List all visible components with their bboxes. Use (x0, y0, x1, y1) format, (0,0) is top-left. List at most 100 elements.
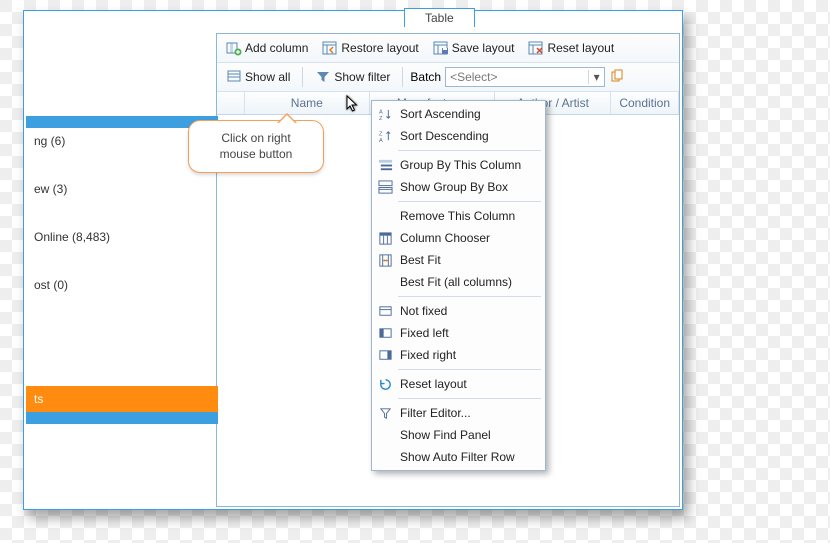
show-filter-label: Show filter (334, 70, 390, 84)
sidebar-item[interactable] (26, 342, 218, 364)
restore-layout-button[interactable]: Restore layout (317, 37, 423, 59)
save-layout-icon (433, 40, 449, 56)
menu-item-label: Show Find Panel (400, 428, 491, 442)
column-condition[interactable]: Condition (611, 92, 679, 114)
menu-item[interactable]: Fixed left (374, 322, 543, 344)
column-selector[interactable] (217, 92, 245, 114)
restore-layout-icon (322, 40, 338, 56)
menu-item[interactable]: AZ Sort Ascending (374, 103, 543, 125)
menu-item[interactable]: Group By This Column (374, 154, 543, 176)
menu-item[interactable]: Not fixed (374, 300, 543, 322)
menu-item-label: Not fixed (400, 304, 447, 318)
column-name[interactable]: Name (245, 92, 370, 114)
add-column-button[interactable]: Add column (221, 37, 313, 59)
show-all-button[interactable]: Show all (221, 66, 295, 88)
sidebar-item[interactable]: ost (0) (26, 272, 218, 298)
batch-select[interactable]: <Select> ▾ (445, 67, 605, 87)
reset-icon (376, 376, 394, 392)
pin-icon (376, 303, 394, 319)
show-all-label: Show all (245, 70, 290, 84)
group-icon (376, 157, 394, 173)
sidebar-item[interactable]: ew (3) (26, 176, 218, 202)
menu-item[interactable]: Show Auto Filter Row (374, 446, 543, 468)
menu-item[interactable]: Reset layout (374, 373, 543, 395)
column-context-menu: AZSort AscendingZASort DescendingGroup B… (371, 100, 546, 471)
menu-item-label: Fixed right (400, 348, 456, 362)
menu-item[interactable]: Best Fit (all columns) (374, 271, 543, 293)
sidebar-item[interactable] (26, 202, 218, 224)
add-column-label: Add column (245, 41, 308, 55)
tab-table[interactable]: Table (404, 8, 475, 27)
menu-item[interactable]: ZA Sort Descending (374, 125, 543, 147)
sort-asc-icon: AZ (376, 106, 394, 122)
copy-icon[interactable] (609, 69, 625, 85)
save-layout-button[interactable]: Save layout (428, 37, 520, 59)
menu-item[interactable]: Fixed right (374, 344, 543, 366)
menu-item-label: Fixed left (400, 326, 449, 340)
add-column-icon (226, 40, 242, 56)
batch-label: Batch (410, 70, 441, 84)
chevron-down-icon[interactable]: ▾ (588, 70, 604, 84)
menu-separator (398, 150, 541, 151)
svg-text:A: A (378, 109, 382, 115)
svg-text:Z: Z (378, 131, 382, 137)
sidebar-item[interactable] (26, 298, 218, 320)
menu-item-label: Show Auto Filter Row (400, 450, 515, 464)
menu-separator (398, 296, 541, 297)
menu-item[interactable]: Show Group By Box (374, 176, 543, 198)
menu-item[interactable]: Show Find Panel (374, 424, 543, 446)
sidebar-item[interactable]: ts (26, 386, 218, 412)
reset-layout-label: Reset layout (547, 41, 614, 55)
menu-separator (398, 398, 541, 399)
toolbar-layout: Add column Restore layout Save layout Re… (217, 34, 679, 63)
sidebar-item[interactable]: Online (8,483) (26, 224, 218, 250)
blank-icon (376, 274, 394, 290)
blank-icon (376, 449, 394, 465)
separator (402, 67, 403, 87)
chooser-icon (376, 230, 394, 246)
menu-item[interactable]: Column Chooser (374, 227, 543, 249)
hint-line2: mouse button (195, 147, 317, 163)
save-layout-label: Save layout (452, 41, 515, 55)
filter-icon (376, 405, 394, 421)
svg-text:A: A (378, 138, 382, 144)
sidebar-item[interactable] (26, 250, 218, 272)
menu-item-label: Column Chooser (400, 231, 490, 245)
show-all-icon (226, 69, 242, 85)
blank-icon (376, 427, 394, 443)
sidebar: ng (6)ew (3)Online (8,483)ost (0)ts (26, 116, 218, 507)
sidebar-item[interactable] (26, 412, 218, 424)
filter-icon (315, 69, 331, 85)
svg-text:Z: Z (378, 116, 382, 122)
menu-item-label: Sort Ascending (400, 107, 481, 121)
groupbox-icon (376, 179, 394, 195)
menu-item-label: Best Fit (all columns) (400, 275, 512, 289)
restore-layout-label: Restore layout (341, 41, 418, 55)
reset-layout-icon (528, 40, 544, 56)
toolbar-filter: Show all Show filter Batch <Select> ▾ (217, 63, 679, 92)
show-filter-button[interactable]: Show filter (310, 66, 395, 88)
batch-select-value: <Select> (446, 70, 588, 84)
menu-separator (398, 369, 541, 370)
menu-item-label: Show Group By Box (400, 180, 508, 194)
menu-item[interactable]: Remove This Column (374, 205, 543, 227)
menu-item-label: Filter Editor... (400, 406, 471, 420)
reset-layout-button[interactable]: Reset layout (523, 37, 619, 59)
menu-item-label: Group By This Column (400, 158, 521, 172)
sidebar-item[interactable] (26, 320, 218, 342)
menu-item[interactable]: Filter Editor... (374, 402, 543, 424)
menu-item-label: Sort Descending (400, 129, 489, 143)
menu-separator (398, 201, 541, 202)
hint-line1: Click on right (195, 131, 317, 147)
separator (302, 67, 303, 87)
blank-icon (376, 208, 394, 224)
menu-item[interactable]: Best Fit (374, 249, 543, 271)
menu-item-label: Best Fit (400, 253, 441, 267)
menu-item-label: Reset layout (400, 377, 467, 391)
bestfit-icon (376, 252, 394, 268)
hint-callout: Click on right mouse button (188, 120, 324, 173)
sidebar-item[interactable] (26, 364, 218, 386)
app-window: Table Add column Restore layout Save lay… (23, 10, 683, 510)
menu-item-label: Remove This Column (400, 209, 515, 223)
pin-left-icon (376, 325, 394, 341)
